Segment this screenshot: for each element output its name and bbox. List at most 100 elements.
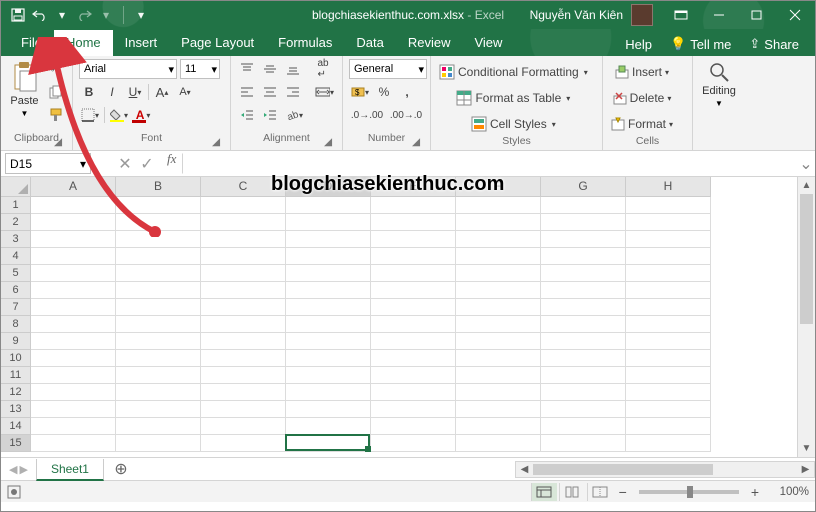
row-header[interactable]: 13: [1, 401, 31, 418]
wrap-text-icon[interactable]: ab↵: [313, 59, 333, 79]
cell[interactable]: [31, 282, 116, 299]
underline-button[interactable]: U▾: [125, 82, 145, 102]
cell[interactable]: [456, 299, 541, 316]
row-header[interactable]: 11: [1, 367, 31, 384]
share-button[interactable]: ⇪Share: [741, 32, 807, 56]
close-icon[interactable]: [777, 1, 813, 29]
cell[interactable]: [456, 401, 541, 418]
cell[interactable]: [201, 384, 286, 401]
redo-dropdown-icon[interactable]: ▾: [97, 6, 115, 24]
cell[interactable]: [201, 367, 286, 384]
increase-decimal-icon[interactable]: .0→.00: [349, 105, 385, 125]
avatar[interactable]: [631, 4, 653, 26]
cell[interactable]: [626, 367, 711, 384]
cell[interactable]: [201, 214, 286, 231]
cell[interactable]: [116, 214, 201, 231]
cell[interactable]: [201, 197, 286, 214]
cell[interactable]: [286, 265, 371, 282]
orientation-icon[interactable]: ab▾: [283, 105, 305, 125]
row-header[interactable]: 4: [1, 248, 31, 265]
cell[interactable]: [541, 231, 626, 248]
cell[interactable]: [286, 401, 371, 418]
cell[interactable]: [456, 435, 541, 452]
paste-button[interactable]: Paste ▼: [7, 59, 42, 118]
cell[interactable]: [626, 384, 711, 401]
cell[interactable]: [31, 316, 116, 333]
scroll-down-icon[interactable]: ▼: [798, 440, 815, 457]
cell[interactable]: [116, 299, 201, 316]
font-size-combo[interactable]: 11▾: [180, 59, 220, 79]
cell[interactable]: [626, 265, 711, 282]
column-header[interactable]: B: [116, 177, 201, 197]
row-header[interactable]: 15: [1, 435, 31, 452]
enter-icon[interactable]: ✓: [137, 154, 157, 174]
cell[interactable]: [541, 197, 626, 214]
macro-record-icon[interactable]: [7, 485, 21, 499]
borders-icon[interactable]: ▾: [79, 105, 101, 125]
align-top-icon[interactable]: [237, 59, 257, 79]
cell[interactable]: [371, 316, 456, 333]
cell[interactable]: [541, 282, 626, 299]
zoom-slider[interactable]: [639, 490, 739, 494]
maximize-icon[interactable]: [739, 1, 775, 29]
cell[interactable]: [286, 214, 371, 231]
tab-view[interactable]: View: [462, 30, 514, 56]
cell[interactable]: [201, 350, 286, 367]
bold-button[interactable]: B: [79, 82, 99, 102]
align-bottom-icon[interactable]: [283, 59, 303, 79]
cell[interactable]: [286, 333, 371, 350]
scroll-up-icon[interactable]: ▲: [798, 177, 815, 194]
insert-function-icon[interactable]: fx: [161, 151, 182, 176]
cell[interactable]: [31, 231, 116, 248]
cell[interactable]: [371, 214, 456, 231]
column-header[interactable]: C: [201, 177, 286, 197]
cell[interactable]: [286, 367, 371, 384]
horizontal-scrollbar[interactable]: ◀ ▶: [515, 461, 815, 478]
cell[interactable]: [626, 282, 711, 299]
dialog-launcher-icon[interactable]: ◢: [322, 136, 334, 148]
cell[interactable]: [116, 248, 201, 265]
cell[interactable]: [201, 316, 286, 333]
decrease-indent-icon[interactable]: [237, 105, 257, 125]
page-break-view-icon[interactable]: [587, 483, 613, 501]
scroll-right-icon[interactable]: ▶: [797, 464, 814, 475]
column-header[interactable]: A: [31, 177, 116, 197]
cell[interactable]: [541, 299, 626, 316]
redo-icon[interactable]: [75, 6, 93, 24]
cell[interactable]: [371, 418, 456, 435]
cell[interactable]: [371, 384, 456, 401]
cell[interactable]: [456, 248, 541, 265]
cell[interactable]: [116, 435, 201, 452]
cell[interactable]: [31, 435, 116, 452]
row-header[interactable]: 6: [1, 282, 31, 299]
cancel-icon[interactable]: ✕: [115, 154, 135, 174]
tab-help[interactable]: Help: [617, 33, 660, 56]
cell[interactable]: [116, 282, 201, 299]
cell[interactable]: [201, 231, 286, 248]
page-layout-view-icon[interactable]: [559, 483, 585, 501]
cell[interactable]: [626, 214, 711, 231]
italic-button[interactable]: I: [102, 82, 122, 102]
signed-in-user[interactable]: Nguyễn Văn Kiên: [530, 8, 623, 22]
column-header[interactable]: F: [456, 177, 541, 197]
increase-indent-icon[interactable]: [260, 105, 280, 125]
cell[interactable]: [371, 333, 456, 350]
cell[interactable]: [371, 248, 456, 265]
row-header[interactable]: 9: [1, 333, 31, 350]
cell[interactable]: [456, 197, 541, 214]
sheet-prev-icon[interactable]: ◀: [9, 463, 17, 476]
cell[interactable]: [456, 418, 541, 435]
cell[interactable]: [541, 367, 626, 384]
sheet-tab[interactable]: Sheet1: [36, 459, 104, 481]
copy-icon[interactable]: [46, 82, 66, 102]
dialog-launcher-icon[interactable]: ◢: [210, 136, 222, 148]
cell[interactable]: [286, 384, 371, 401]
cell[interactable]: [626, 435, 711, 452]
column-header[interactable]: H: [626, 177, 711, 197]
tab-review[interactable]: Review: [396, 30, 463, 56]
decrease-decimal-icon[interactable]: .00→.0: [388, 105, 424, 125]
save-icon[interactable]: [9, 6, 27, 24]
cell[interactable]: [371, 299, 456, 316]
row-header[interactable]: 12: [1, 384, 31, 401]
cell[interactable]: [371, 231, 456, 248]
